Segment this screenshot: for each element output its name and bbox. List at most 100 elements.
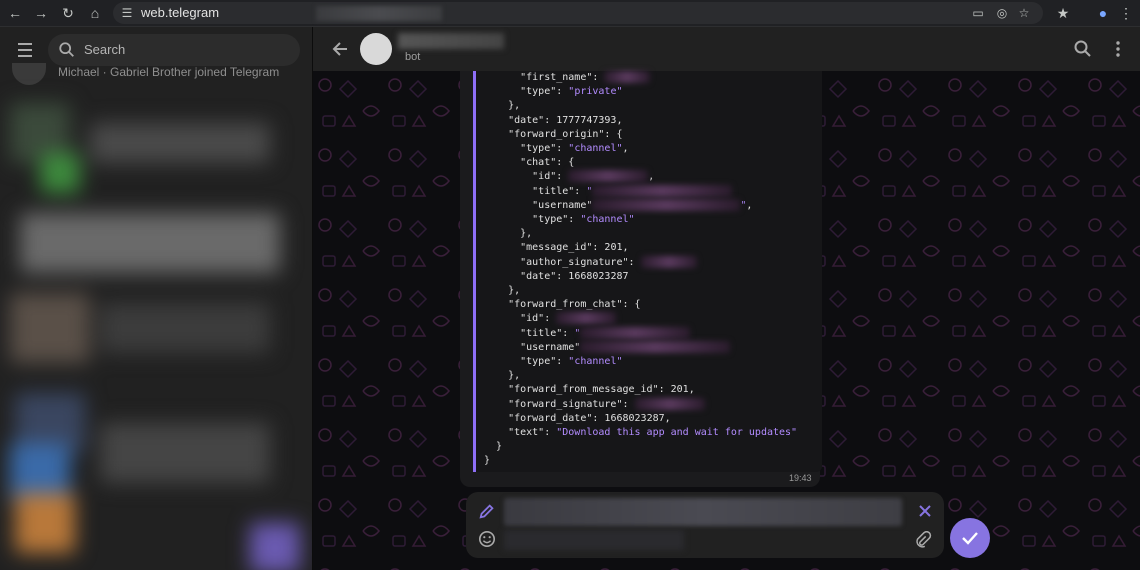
checkmark-icon [962,532,978,545]
json-key: "date": [484,114,557,126]
json-string: "channel" [568,143,623,155]
search-icon [59,42,74,57]
avatar [12,63,46,85]
message-composer [466,492,944,558]
code-block: "first_name": "type": "private" }, "date… [473,71,822,472]
json-key: "chat": { [484,157,575,169]
search-input[interactable]: Search [48,34,300,66]
json-key: }, [484,285,521,297]
json-key: "username" [484,341,581,353]
json-key: "first_name": [484,72,605,83]
redacted-value [556,312,617,325]
redacted-value [604,71,651,83]
code-line: "date": 1668023287 [484,270,797,284]
attach-icon[interactable] [914,531,932,549]
bookmark-star-icon[interactable]: ☆ [1015,4,1033,22]
code-line: "type": "channel", [484,142,797,156]
avatar[interactable] [360,33,392,65]
json-key: "message_id": [484,242,605,254]
json-key: "title": [484,185,587,197]
code-line: }, [484,227,797,241]
chat-search-icon[interactable] [1073,39,1093,59]
message-bubble[interactable]: "first_name": "type": "private" }, "date… [460,71,822,487]
chat-list-blurred[interactable] [0,93,312,570]
json-string: "channel" [568,356,623,368]
emoji-icon[interactable] [478,530,496,548]
json-key: "forward_from_chat": { [484,299,641,311]
code-line: } [484,454,797,468]
json-key: }, [484,100,521,112]
service-message: Michael · Gabriel Brother joined Telegra… [58,65,280,79]
code-line: "id": [484,312,797,326]
back-arrow-icon[interactable] [331,39,351,59]
json-key: "forward_origin": { [484,128,623,140]
code-line: "forward_signature": [484,397,797,412]
redacted-value [592,184,733,197]
json-key: "username" [484,199,593,211]
site-info-icon[interactable]: ☰ [118,4,136,22]
chat-header: bot [313,27,1140,71]
json-key: "type": [484,356,569,368]
json-key: "type": [484,143,569,155]
json-key: "text": [484,427,557,439]
code-line: "chat": { [484,156,797,170]
menu-icon[interactable] [14,39,40,61]
browser-menu-icon[interactable]: ⋮ [1116,3,1136,23]
json-key: "type": [484,86,569,98]
json-key: , [648,171,655,183]
confirm-edit-button[interactable] [950,518,990,558]
json-key: "forward_signature": [484,398,635,410]
extension-icon[interactable]: ★ [1053,3,1073,23]
more-vertical-icon[interactable] [1108,39,1128,59]
json-key: "id": [484,313,557,325]
browser-toolbar: ← → ↻ ⌂ ☰ web.telegram ▭ ◎ ☆ ★ ● ⋮ [0,0,1140,27]
json-key: "date": [484,270,569,282]
redacted-value [580,340,731,353]
install-app-icon[interactable]: ▭ [969,4,987,22]
close-icon[interactable] [918,504,932,518]
message-input[interactable] [504,530,684,550]
redacted-value [580,326,691,339]
browser-back-icon[interactable]: ← [5,3,25,23]
edited-message-preview[interactable] [504,498,902,526]
redacted-value [592,198,741,211]
json-key: , [622,242,629,254]
json-key: "forward_from_message_id": [484,384,671,396]
json-key: } [484,441,503,453]
address-url-redacted [316,6,442,21]
code-line: "type": "private" [484,85,797,99]
message-time: 19:43 [789,473,812,483]
json-number: 201 [670,384,689,396]
code-line: "author_signature": [484,255,797,270]
redacted-value [640,255,697,268]
chat-subtitle: bot [405,51,421,63]
code-line: }, [484,99,797,113]
json-code: "first_name": "type": "private" }, "date… [484,71,797,469]
redacted-value [634,397,705,410]
address-bar[interactable]: ☰ web.telegram ▭ ◎ ☆ [113,2,1043,24]
code-line: "forward_origin": { [484,128,797,142]
json-key: }, [484,228,533,240]
chat-panel: bot "first_name": "type": "private" }, "… [313,27,1140,570]
profile-icon[interactable]: ● [1093,3,1113,23]
json-key: "type": [484,214,581,226]
code-line: "id": , [484,170,797,184]
json-key: , [688,384,695,396]
code-line: }, [484,284,797,298]
eye-off-icon[interactable]: ◎ [993,4,1011,22]
code-line: "first_name": [484,71,797,85]
json-key: "forward_date": [484,412,605,424]
search-placeholder: Search [84,42,126,57]
chat-title-redacted[interactable] [398,33,504,49]
json-key: }, [484,370,521,382]
code-line: }, [484,369,797,383]
browser-reload-icon[interactable]: ↻ [58,3,78,23]
edit-pencil-icon [479,504,494,519]
code-line: "forward_from_message_id": 201, [484,383,797,397]
json-key: } [484,455,491,467]
code-line: "date": 1777747393, [484,114,797,128]
browser-home-icon[interactable]: ⌂ [85,3,105,23]
code-line: "message_id": 201, [484,241,797,255]
browser-forward-icon[interactable]: → [31,3,51,23]
json-key: , [664,412,671,424]
